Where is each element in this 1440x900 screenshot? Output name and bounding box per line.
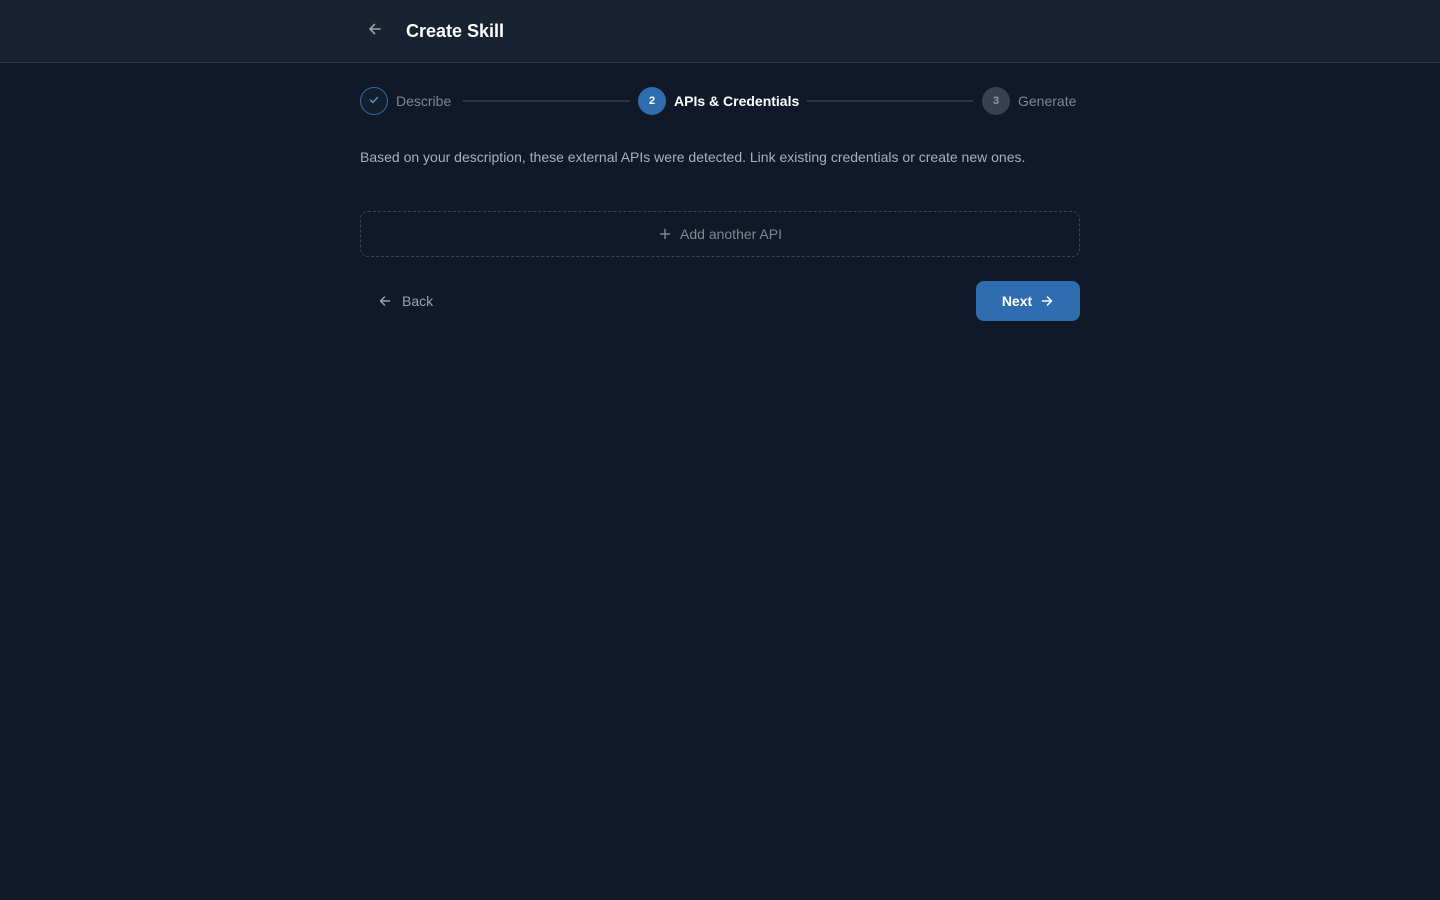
plus-icon	[658, 227, 672, 241]
step-apis-credentials[interactable]: 2 APIs & Credentials	[638, 87, 799, 115]
next-button[interactable]: Next	[976, 281, 1080, 321]
step-2-indicator: 2	[638, 87, 666, 115]
step-2-label: APIs & Credentials	[674, 93, 800, 109]
api-detection-description: Based on your description, these externa…	[360, 149, 1026, 165]
next-button-label: Next	[1001, 293, 1033, 309]
top-bar: Create Skill	[0, 0, 1440, 63]
step-connector-2	[807, 100, 973, 102]
header-back-button[interactable]	[362, 18, 388, 44]
step-connector-1	[463, 100, 630, 102]
back-button[interactable]: Back	[370, 283, 441, 319]
step-describe[interactable]: Describe	[360, 87, 451, 115]
add-api-button[interactable]: Add another API	[360, 211, 1080, 257]
check-icon	[368, 94, 380, 109]
arrow-right-icon	[1040, 294, 1054, 308]
arrow-left-icon	[367, 21, 383, 42]
step-3-indicator: 3	[982, 87, 1010, 115]
arrow-left-icon	[378, 294, 392, 308]
add-api-label: Add another API	[680, 226, 782, 242]
wizard-stepper: Describe 2 APIs & Credentials 3 Generate	[360, 87, 1080, 115]
step-1-indicator	[360, 87, 388, 115]
step-generate[interactable]: 3 Generate	[982, 87, 1076, 115]
page-title: Create Skill	[406, 21, 505, 41]
step-1-label: Describe	[396, 93, 452, 109]
step-3-label: Generate	[1018, 93, 1077, 109]
back-button-label: Back	[402, 293, 434, 309]
